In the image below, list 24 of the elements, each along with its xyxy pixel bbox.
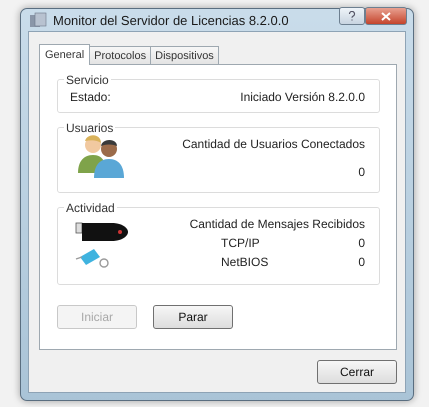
tab[interactable]: General <box>39 44 90 65</box>
help-button[interactable] <box>339 7 365 25</box>
tab[interactable]: Protocolos <box>89 46 152 64</box>
help-icon <box>348 11 356 21</box>
app-icon <box>29 12 47 28</box>
service-button[interactable]: Parar <box>153 305 233 329</box>
protocol-name: TCP/IP <box>221 236 260 250</box>
users-count-label: Cantidad de Usuarios Conectados <box>182 137 365 151</box>
users-count-value: 0 <box>358 165 365 179</box>
tab[interactable]: Dispositivos <box>150 46 219 64</box>
close-button[interactable] <box>365 7 407 25</box>
close-dialog-button[interactable]: Cerrar <box>317 360 397 384</box>
window-title: Monitor del Servidor de Licencias 8.2.0.0 <box>53 12 290 28</box>
group-title: Actividad <box>64 201 117 215</box>
messages-count-label: Cantidad de Mensajes Recibidos <box>190 217 365 231</box>
group-title: Usuarios <box>64 121 116 135</box>
protocol-count: 0 <box>358 236 365 250</box>
close-icon <box>381 12 391 20</box>
status-label: Estado: <box>70 90 111 104</box>
protocol-count: 0 <box>358 255 365 269</box>
users-icon <box>76 133 126 179</box>
protocol-name: NetBIOS <box>221 255 268 269</box>
group-title: Servicio <box>64 73 111 87</box>
status-value: Iniciado Versión 8.2.0.0 <box>240 90 365 104</box>
